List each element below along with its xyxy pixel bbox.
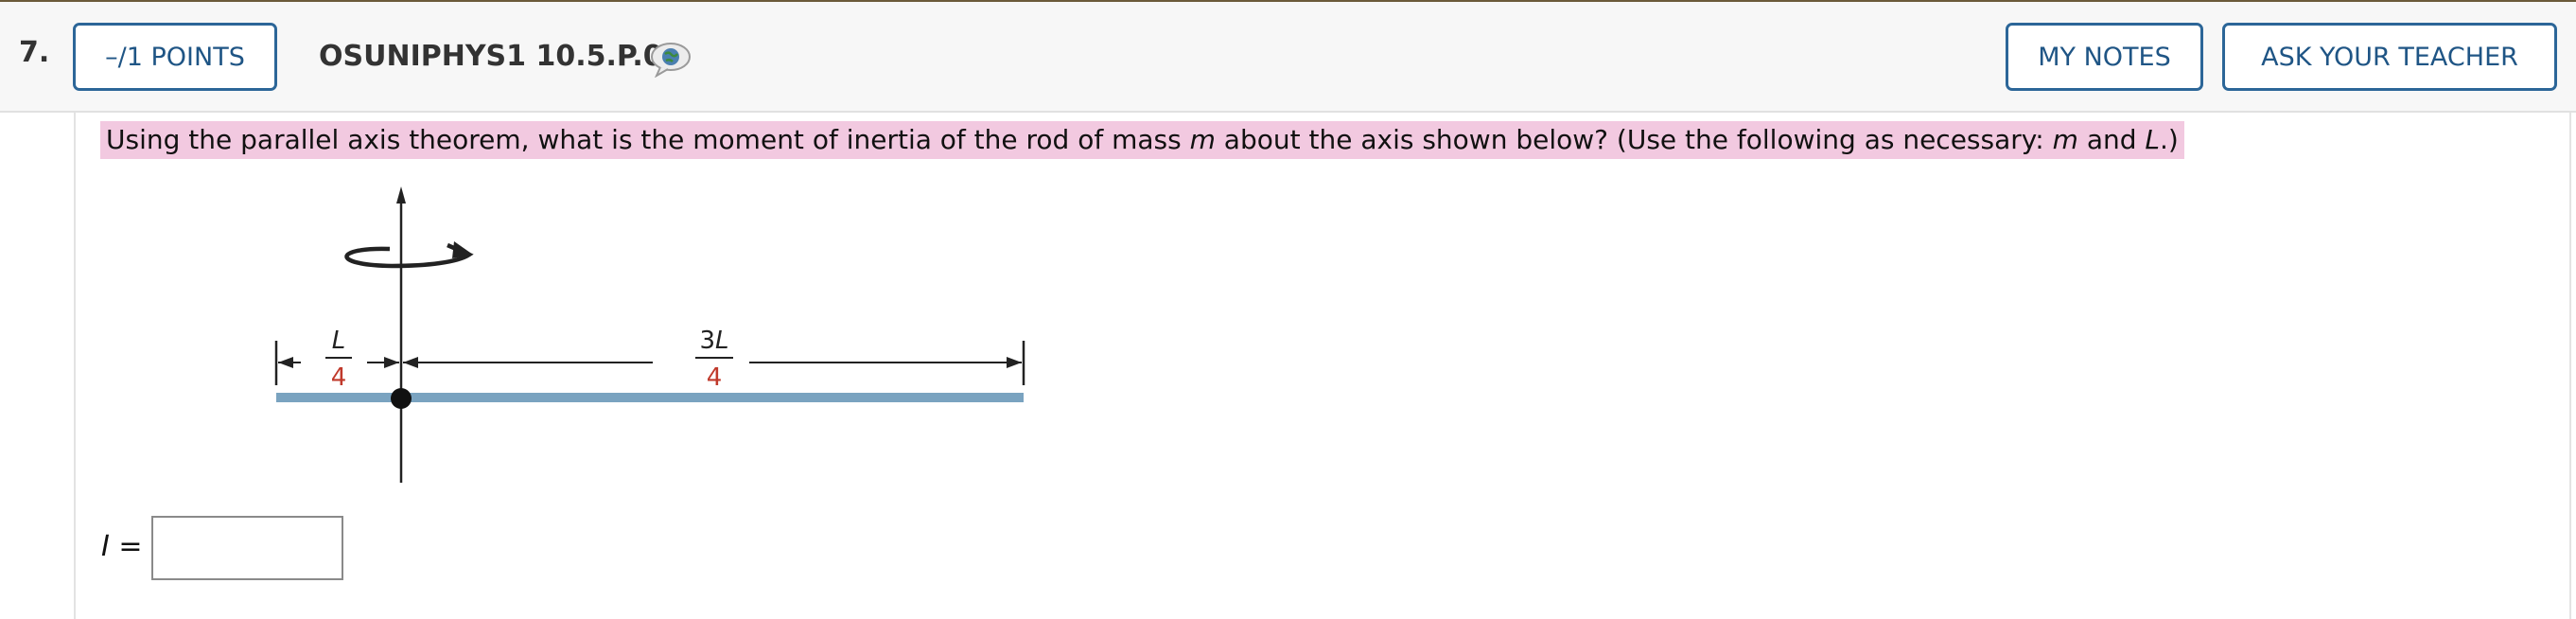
content-right-border	[2569, 113, 2571, 619]
left-fraction-numerator: L	[332, 327, 346, 355]
globe-speech-icon[interactable]	[649, 40, 692, 78]
rod	[276, 393, 1024, 402]
question-number: 7.	[19, 36, 50, 69]
question-code: OSUNIPHYS1 10.5.P.06	[319, 40, 683, 73]
my-notes-button[interactable]: MY NOTES	[2006, 23, 2203, 91]
pivot-point	[391, 388, 412, 409]
right-fraction-numerator: 3L	[699, 327, 728, 355]
right-fraction-denominator: 4	[707, 363, 723, 392]
left-fraction-denominator: 4	[331, 363, 347, 392]
question-prompt: Using the parallel axis theorem, what is…	[100, 121, 2184, 159]
axis-arrowhead	[396, 186, 406, 203]
rotation-arrow	[344, 242, 474, 269]
answer-label: I =	[101, 530, 143, 563]
answer-input[interactable]	[151, 516, 343, 580]
ask-teacher-button[interactable]: ASK YOUR TEACHER	[2222, 23, 2557, 91]
content-left-border	[74, 113, 76, 619]
rod-axis-figure: L 4 3L 4	[274, 186, 1025, 483]
question-header: 7. –/1 POINTS OSUNIPHYS1 10.5.P.06 MY NO…	[0, 2, 2576, 113]
points-button[interactable]: –/1 POINTS	[73, 23, 277, 91]
